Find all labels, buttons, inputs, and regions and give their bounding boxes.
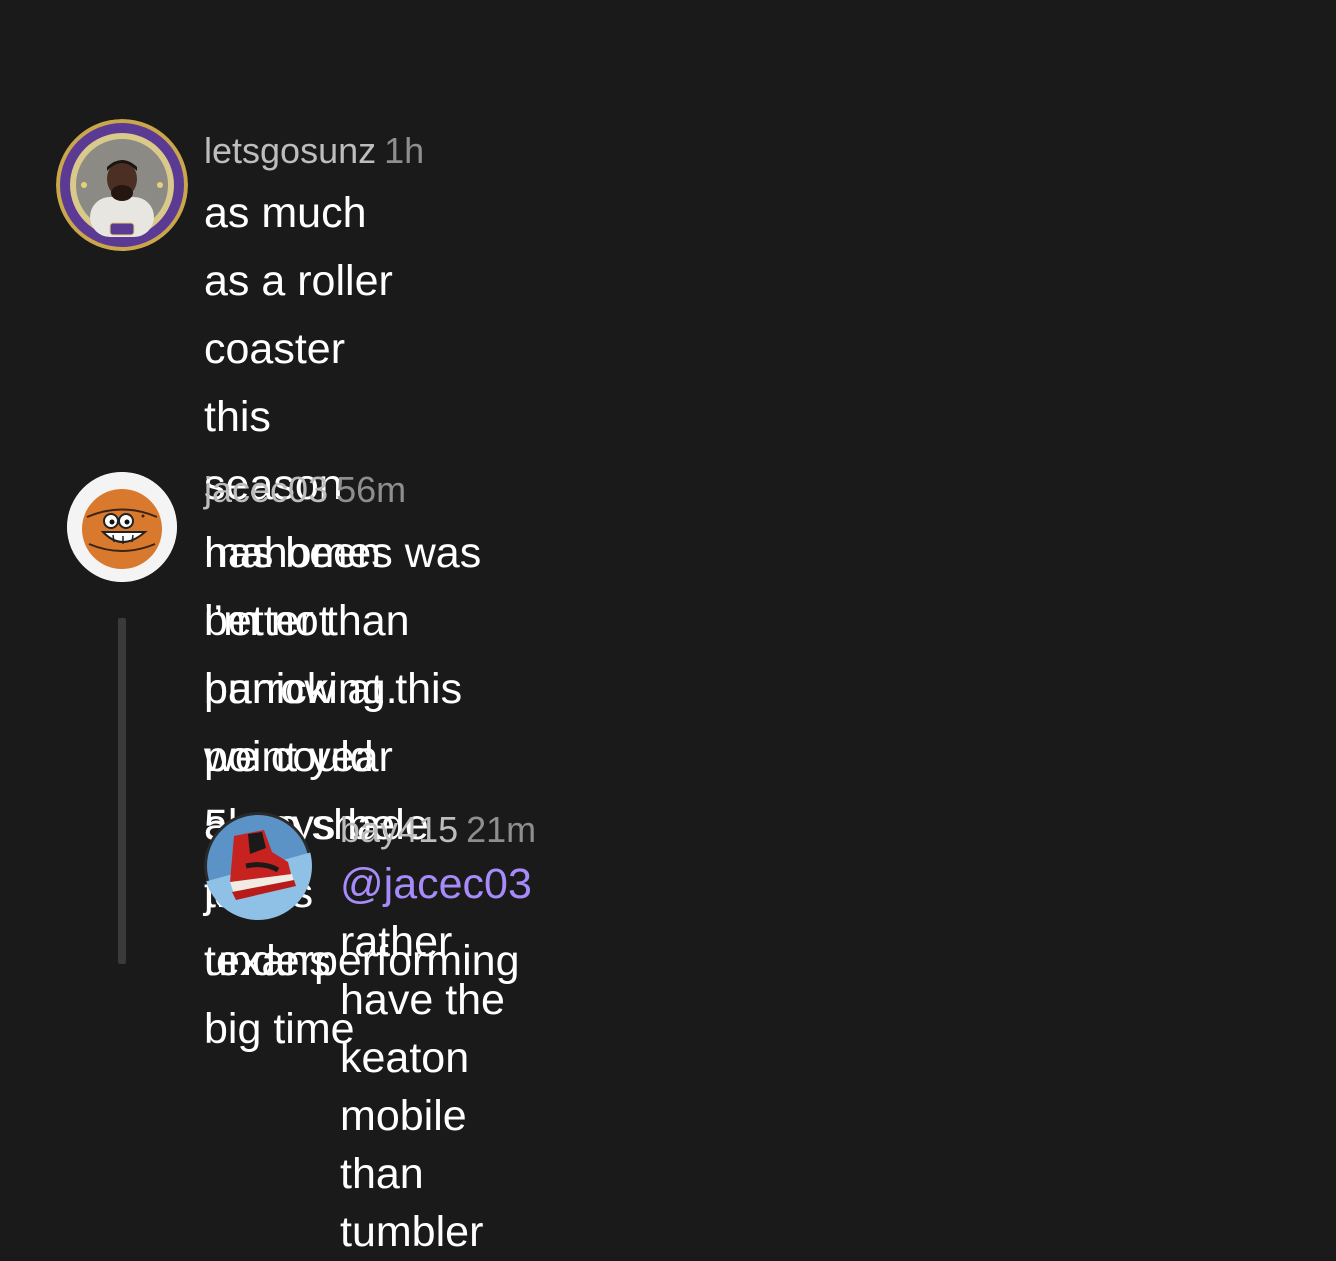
mention-link[interactable]: @jacec03 [340,860,532,908]
comment-text-line: @jacec03 rather have the keaton mobile [340,855,532,1145]
person-avatar-icon [56,119,188,251]
avatar-jacec03[interactable] [67,472,177,582]
red-sneaker-avatar-icon [204,812,312,920]
comment-text-fragment: rather have the keaton mobile [340,918,505,1140]
timestamp: 1h [384,130,425,171]
avatar-letsgosunz[interactable] [56,119,188,251]
username[interactable]: jacec03 [204,469,328,510]
comment-text-line: than tumbler [340,1150,484,1256]
smiling-basketball-avatar-icon [67,472,177,582]
username[interactable]: letsgosunz [204,130,376,171]
timestamp: 56m [336,469,407,510]
timestamp: 21m [466,809,537,850]
username[interactable]: bay415 [340,809,458,850]
thread-connector-line [118,618,126,964]
avatar-bay415[interactable] [204,812,312,920]
comment-text-line: mahomes was better than burrow at this p… [204,529,482,781]
